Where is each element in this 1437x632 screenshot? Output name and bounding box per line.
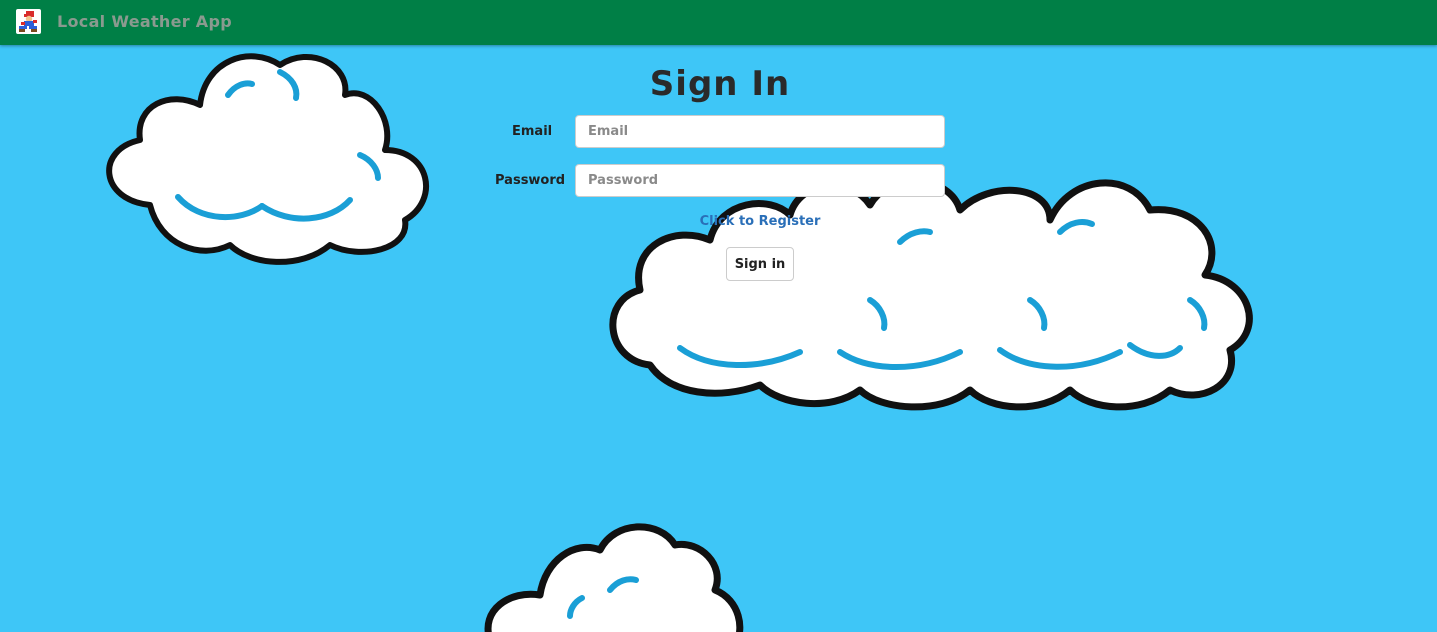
- email-label: Email: [512, 124, 553, 139]
- page-title: Sign In: [649, 64, 791, 104]
- app-title[interactable]: Local Weather App: [57, 12, 232, 31]
- register-link[interactable]: Click to Register: [660, 214, 860, 229]
- password-field[interactable]: [575, 164, 945, 197]
- sign-in-button[interactable]: Sign in: [726, 247, 794, 281]
- password-label: Password: [495, 173, 566, 188]
- top-navbar: Local Weather App: [0, 0, 1437, 45]
- mario-character-icon[interactable]: [16, 9, 41, 34]
- email-field[interactable]: [575, 115, 945, 148]
